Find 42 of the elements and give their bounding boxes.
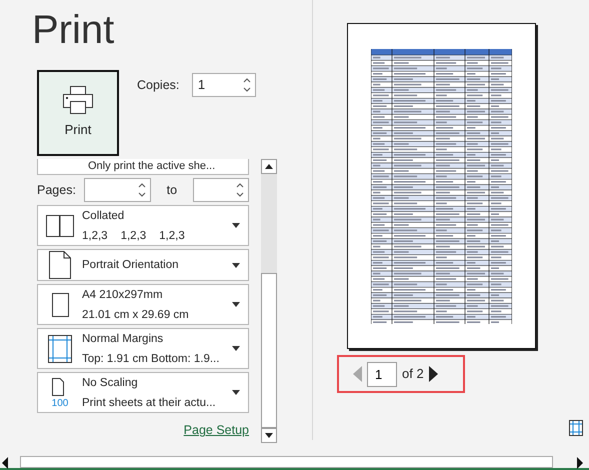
- caret-icon: [232, 302, 240, 308]
- spin-arrows-icon[interactable]: [138, 182, 146, 198]
- printer-icon: [63, 86, 93, 114]
- partial-option-text: Only print the active she...: [37, 159, 249, 175]
- right-arrow-icon: [428, 366, 438, 382]
- next-page-button[interactable]: [428, 366, 438, 382]
- scroll-up-button[interactable]: [261, 159, 277, 174]
- page-count-label: of 2: [402, 365, 424, 384]
- pages-label: Pages:: [37, 182, 76, 199]
- up-arrow-icon: [265, 164, 273, 169]
- horizontal-scrollbar[interactable]: [20, 456, 553, 468]
- left-arrow-icon: [353, 366, 362, 382]
- paper-size-icon: [52, 292, 68, 317]
- copies-label: Copies:: [137, 77, 180, 94]
- portrait-dropdown[interactable]: Portrait Orientation: [37, 249, 249, 282]
- down-arrow-icon: [265, 433, 273, 438]
- spin-arrows-icon[interactable]: [236, 182, 244, 198]
- margins-dropdown[interactable]: Normal Margins Top: 1.91 cm Bottom: 1.9...: [37, 328, 249, 370]
- spin-arrows-icon[interactable]: [242, 77, 251, 94]
- collated-dropdown[interactable]: Collated 1,2,3 1,2,3 1,2,3: [37, 205, 249, 246]
- pages-from-field[interactable]: [84, 178, 151, 202]
- caret-icon: [232, 390, 240, 396]
- caret-icon: [232, 262, 240, 268]
- to-label: to: [166, 182, 178, 199]
- page-number-field[interactable]: 1: [367, 362, 397, 386]
- collated-pages-icon: [46, 214, 74, 236]
- portrait-page-icon: [49, 251, 71, 280]
- print-button[interactable]: Print: [37, 70, 119, 156]
- scroll-down-button[interactable]: [261, 428, 277, 443]
- margins-icon: [48, 334, 72, 363]
- caret-icon: [232, 223, 240, 228]
- pages-to-field[interactable]: [193, 178, 249, 202]
- copies-field[interactable]: 1: [192, 73, 256, 98]
- paper-dropdown[interactable]: A4 210x297mm 21.01 cm x 29.69 cm: [37, 284, 249, 326]
- scroll-left-icon[interactable]: [2, 457, 8, 469]
- scrollbar-thumb[interactable]: [261, 273, 277, 428]
- caret-icon: [232, 346, 240, 352]
- page-title: Print: [31, 7, 116, 54]
- scroll-right-icon[interactable]: [577, 457, 583, 469]
- scaling-dropdown[interactable]: 100 No Scaling Print sheets at their actu...: [37, 372, 249, 414]
- page-setup-link[interactable]: Page Setup: [184, 421, 249, 440]
- show-margins-icon[interactable]: [569, 420, 583, 436]
